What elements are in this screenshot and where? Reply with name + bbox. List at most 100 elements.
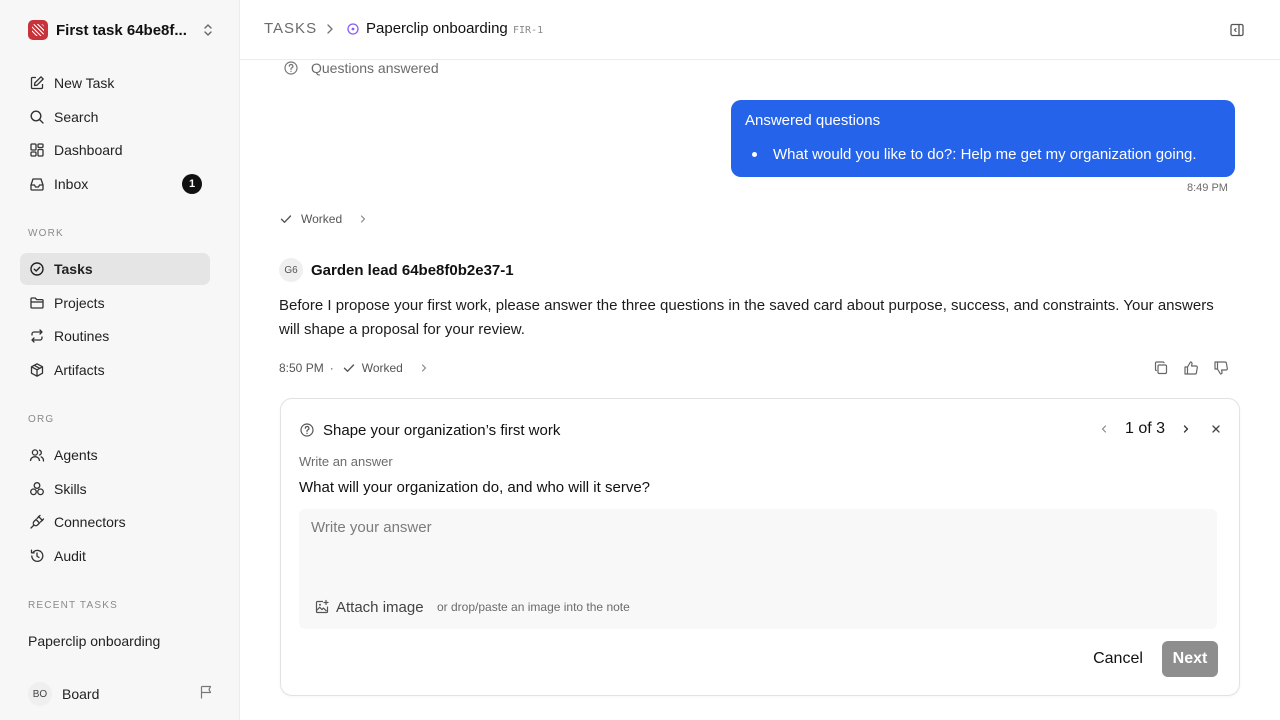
check-icon (279, 212, 293, 226)
nav-tasks[interactable]: Tasks (20, 253, 210, 285)
nav-routines-label: Routines (54, 328, 110, 344)
nav-connectors[interactable]: Connectors (20, 506, 210, 538)
nav-projects[interactable]: Projects (20, 287, 210, 319)
help-circle-icon (299, 422, 315, 438)
card-title: Shape your organization’s first work (323, 421, 561, 439)
questions-answered-label: Questions answered (311, 60, 439, 76)
package-icon (28, 361, 46, 379)
chevron-updown-icon (202, 22, 214, 38)
drop-hint: or drop/paste an image into the note (437, 600, 630, 614)
workspace-logo (28, 20, 48, 40)
nav-dashboard[interactable]: Dashboard (20, 134, 210, 166)
nav-artifacts[interactable]: Artifacts (20, 354, 210, 386)
nav-audit-label: Audit (54, 548, 86, 564)
next-button[interactable]: Next (1162, 641, 1218, 677)
nav-audit[interactable]: Audit (20, 540, 210, 572)
message-timestamp: 8:50 PM (279, 361, 324, 375)
card-header: Shape your organization’s first work (299, 420, 560, 440)
thumbs-down-icon[interactable] (1213, 360, 1229, 376)
nav-search[interactable]: Search (20, 101, 210, 133)
flag-icon[interactable] (198, 684, 214, 705)
questions-answered-row: Questions answered (283, 58, 439, 78)
workspace-switcher[interactable]: First task 64be8f... (28, 19, 214, 41)
plug-icon (28, 513, 46, 531)
board-row[interactable]: BO Board (28, 682, 214, 706)
question-card: Shape your organization’s first work 1 o… (280, 398, 1240, 696)
check-icon (342, 361, 356, 375)
help-circle-icon (283, 60, 299, 76)
nav-dashboard-label: Dashboard (54, 142, 123, 158)
message-worked-label[interactable]: Worked (362, 361, 403, 375)
question-text: What will your organization do, and who … (299, 479, 650, 496)
chevron-right-icon[interactable] (1179, 422, 1193, 436)
bubble-timestamp: 8:49 PM (1187, 182, 1228, 194)
chevron-right-icon[interactable] (419, 362, 429, 374)
section-org-label: ORG (28, 414, 55, 425)
answer-hint: Write an answer (299, 454, 393, 469)
nav-skills-label: Skills (54, 481, 87, 497)
nav-skills[interactable]: Skills (20, 473, 210, 505)
edit-icon (28, 74, 46, 92)
status-circle-icon (346, 22, 360, 36)
history-icon (28, 547, 46, 565)
question-pager: 1 of 3 (1097, 418, 1223, 440)
sidebar: First task 64be8f... New Task Search Das… (0, 0, 240, 720)
workspace-name: First task 64be8f... (56, 21, 187, 39)
agent-avatar: G6 (279, 258, 303, 282)
check-circle-icon (28, 260, 46, 278)
bubble-list-item-text: What would you like to do?: Help me get … (773, 146, 1197, 163)
users-icon (28, 446, 46, 464)
dashboard-icon (28, 141, 46, 159)
bullet (752, 152, 757, 157)
nav-artifacts-label: Artifacts (54, 362, 105, 378)
search-icon (28, 108, 46, 126)
nav-connectors-label: Connectors (54, 514, 126, 530)
agent-header: G6 Garden lead 64be8f0b2e37-1 (279, 258, 514, 282)
answered-questions-bubble: Answered questions What would you like t… (731, 100, 1235, 177)
nav-new-task-label: New Task (54, 75, 115, 91)
nav-search-label: Search (54, 109, 99, 125)
attach-image-label: Attach image (336, 598, 424, 616)
bubble-title: Answered questions (745, 112, 881, 129)
board-name: Board (62, 686, 100, 702)
image-plus-icon (314, 599, 330, 615)
attach-image-button[interactable]: Attach image (314, 598, 424, 616)
repeat-icon (28, 327, 46, 345)
nav-inbox[interactable]: Inbox 1 (20, 168, 210, 200)
task-id: FIR-1 (513, 25, 544, 36)
skills-icon (28, 480, 46, 498)
inbox-count-badge: 1 (182, 174, 202, 194)
nav-inbox-label: Inbox (54, 176, 89, 192)
section-work-label: WORK (28, 228, 64, 239)
folder-icon (28, 294, 46, 312)
message-meta: 8:50 PM · Worked (279, 359, 429, 377)
inbox-icon (28, 175, 46, 193)
thumbs-up-icon[interactable] (1183, 360, 1199, 376)
pager-count: 1 of 3 (1125, 420, 1166, 437)
breadcrumb-task-title: Paperclip onboarding (366, 20, 508, 37)
bubble-list-item: What would you like to do?: Help me get … (745, 146, 1221, 163)
nav-projects-label: Projects (54, 295, 105, 311)
recent-task-item[interactable]: Paperclip onboarding (28, 633, 160, 649)
cancel-button[interactable]: Cancel (1087, 642, 1149, 676)
chevron-right-icon (324, 22, 336, 36)
meta-separator: · (329, 361, 334, 375)
copy-icon[interactable] (1153, 360, 1169, 376)
nav-agents[interactable]: Agents (20, 439, 210, 471)
breadcrumb-tasks[interactable]: TASKS (264, 20, 317, 37)
worked-toggle[interactable]: Worked (279, 211, 368, 227)
chevron-right-icon (358, 213, 368, 225)
nav-new-task[interactable]: New Task (20, 67, 210, 99)
chevron-left-icon[interactable] (1097, 422, 1111, 436)
close-icon[interactable] (1209, 422, 1223, 436)
worked-label: Worked (301, 212, 343, 226)
nav-agents-label: Agents (54, 447, 98, 463)
panel-icon[interactable] (1229, 22, 1245, 38)
nav-tasks-label: Tasks (54, 261, 93, 277)
agent-message: Before I propose your first work, please… (279, 297, 1214, 338)
board-avatar: BO (28, 682, 52, 706)
nav-routines[interactable]: Routines (20, 320, 210, 352)
section-recent-label: RECENT TASKS (28, 600, 118, 611)
agent-name: Garden lead 64be8f0b2e37-1 (311, 261, 514, 279)
top-bar: TASKS Paperclip onboarding FIR-1 (240, 0, 1280, 60)
